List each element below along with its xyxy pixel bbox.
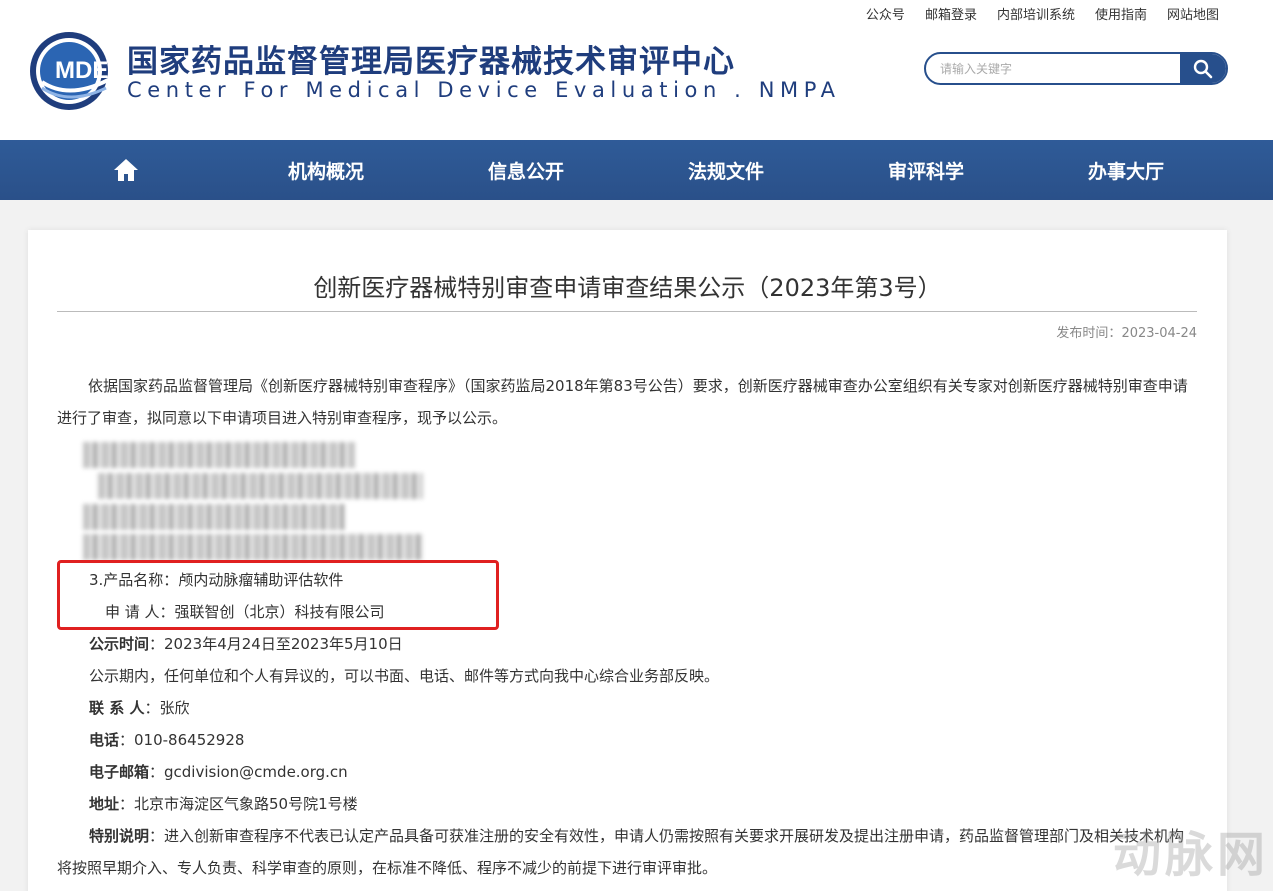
objection-line: 公示期内，任何单位和个人有异议的，可以书面、电话、邮件等方式向我中心综合业务部反… [89, 667, 720, 685]
email-value[interactable]: ：gcdivision@cmde.org.cn [149, 763, 348, 781]
main-nav: 机构概况 信息公开 法规文件 审评科学 办事大厅 [0, 140, 1273, 200]
mde-logo[interactable]: MDE [28, 30, 120, 112]
site-title[interactable]: 国家药品监督管理局医疗器械技术审评中心 [127, 36, 735, 81]
nav-review-science[interactable]: 审评科学 [826, 140, 1026, 200]
applicant-line: 申 请 人：强联智创（北京）科技有限公司 [105, 596, 385, 628]
note-paragraph: 特别说明：进入创新审查程序不代表已认定产品具备可获准注册的安全有效性，申请人仍需… [57, 820, 1197, 884]
top-link-wechat[interactable]: 公众号 [866, 4, 905, 23]
email-line: 电子邮箱：gcdivision@cmde.org.cn [89, 756, 348, 788]
watermark: 动脉网 [1112, 827, 1269, 883]
phone-line: 电话：010-86452928 [89, 724, 244, 756]
logo-text: MDE [55, 57, 108, 84]
publish-date-label: 发布时间： [1056, 326, 1122, 341]
redacted-line [83, 534, 423, 560]
contact-line: 联 系 人：张欣 [89, 692, 189, 724]
top-link-mail-login[interactable]: 邮箱登录 [925, 4, 977, 23]
note-text: ：进入创新审查程序不代表已认定产品具备可获准注册的安全有效性，申请人仍需按照有关… [57, 827, 1185, 877]
article-card: 创新医疗器械特别审查申请审查结果公示（2023年第3号） 发布时间：2023-0… [28, 230, 1227, 891]
applicant-name: 强联智创（北京）科技有限公司 [174, 603, 385, 621]
site-header: 公众号 邮箱登录 内部培训系统 使用指南 网站地图 MDE 国家药品监督管理局医… [0, 0, 1273, 140]
period-label: 公示时间 [89, 635, 150, 653]
product-label: 3.产品名称： [89, 571, 179, 589]
phone-label: 电话 [89, 731, 120, 749]
contact-label: 联 系 人 [89, 699, 145, 717]
home-icon [114, 159, 138, 181]
publish-date: 发布时间：2023-04-24 [1056, 322, 1197, 341]
address-line: 地址：北京市海淀区气象路50号院1号楼 [89, 788, 358, 820]
email-label: 电子邮箱 [89, 763, 150, 781]
search-icon [1193, 59, 1213, 78]
nav-info-disclosure[interactable]: 信息公开 [426, 140, 626, 200]
redacted-line [83, 442, 355, 468]
product-name: 颅内动脉瘤辅助评估软件 [178, 571, 344, 589]
period-value: ：2023年4月24日至2023年5月10日 [149, 635, 403, 653]
site-subtitle: Center For Medical Device Evaluation . N… [127, 78, 841, 102]
publish-date-value: 2023-04-24 [1121, 326, 1197, 341]
nav-home[interactable] [26, 140, 226, 200]
address-label: 地址 [89, 795, 120, 813]
top-links: 公众号 邮箱登录 内部培训系统 使用指南 网站地图 [866, 4, 1219, 23]
applicant-label: 申 请 人： [105, 603, 175, 621]
top-link-guide[interactable]: 使用指南 [1095, 4, 1147, 23]
address-value: ：北京市海淀区气象路50号院1号楼 [119, 795, 358, 813]
redacted-line [83, 504, 345, 530]
intro-paragraph: 依据国家药品监督管理局《创新医疗器械特别审查程序》（国家药监局2018年第83号… [57, 377, 1188, 427]
product-3: 3.产品名称：颅内动脉瘤辅助评估软件 [89, 564, 343, 596]
redacted-line [98, 473, 423, 499]
period-line: 公示时间：2023年4月24日至2023年5月10日 [89, 628, 403, 660]
title-divider [57, 311, 1197, 312]
note-label: 特别说明 [89, 827, 150, 845]
top-link-sitemap[interactable]: 网站地图 [1167, 4, 1219, 23]
search-button[interactable] [1180, 54, 1226, 83]
search-input[interactable] [926, 54, 1180, 83]
contact-value: ：张欣 [144, 699, 190, 717]
search-box [924, 52, 1228, 85]
phone-value: ：010-86452928 [119, 731, 245, 749]
article-title: 创新医疗器械特别审查申请审查结果公示（2023年第3号） [313, 274, 942, 302]
top-link-training-system[interactable]: 内部培训系统 [997, 4, 1075, 23]
nav-about[interactable]: 机构概况 [226, 140, 426, 200]
nav-service-hall[interactable]: 办事大厅 [1026, 140, 1226, 200]
nav-regulations[interactable]: 法规文件 [626, 140, 826, 200]
